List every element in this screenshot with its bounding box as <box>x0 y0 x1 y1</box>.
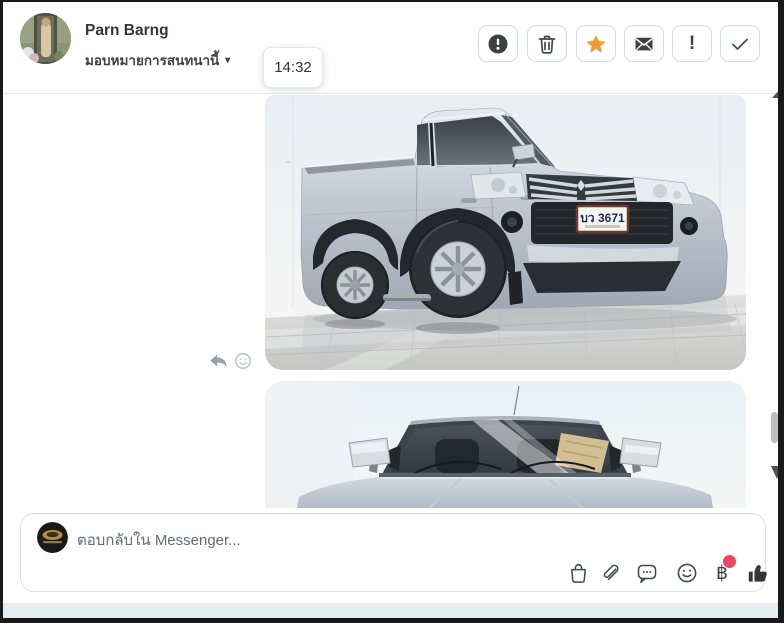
star-button[interactable] <box>576 25 616 62</box>
mark-unread-button[interactable] <box>624 25 664 62</box>
assign-conversation-label: มอบหมายการสนทนานี้ <box>85 53 220 68</box>
star-icon <box>586 34 606 52</box>
assign-conversation-dropdown[interactable]: มอบหมายการสนทนานี้ ▾ <box>85 49 230 71</box>
exclamation-icon: ! <box>688 33 696 54</box>
emoji-icon[interactable] <box>675 560 699 586</box>
scrollbar-thumb[interactable] <box>771 412 778 443</box>
avatar-photo <box>20 13 71 64</box>
trash-icon <box>538 35 556 54</box>
header-divider <box>3 93 778 94</box>
contact-name: Parn Barng <box>85 22 169 39</box>
check-icon <box>732 38 748 50</box>
time-tooltip: 14:32 <box>263 47 323 88</box>
license-plate-text: บว 3671 <box>580 211 625 225</box>
avatar[interactable] <box>20 13 71 64</box>
comment-icon[interactable] <box>635 560 659 586</box>
alert-circle-icon <box>488 34 508 53</box>
shopping-bag-icon[interactable] <box>566 560 590 586</box>
thumbs-up-icon[interactable] <box>745 560 769 586</box>
attachment-icon[interactable] <box>598 560 622 586</box>
chevron-down-icon: ▾ <box>225 54 231 66</box>
message-image-truck-side[interactable]: บว 3671 <box>265 95 746 370</box>
delete-button[interactable] <box>527 25 567 62</box>
mark-done-button[interactable] <box>720 25 760 62</box>
time-tooltip-text: 14:32 <box>274 59 312 76</box>
reply-icon[interactable] <box>208 351 228 371</box>
footer-strip <box>3 603 778 618</box>
mark-important-button[interactable]: ! <box>672 25 712 62</box>
notification-dot <box>723 555 736 568</box>
reply-composer[interactable]: ตอบกลับใน Messenger... ฿ <box>20 513 769 592</box>
message-image-truck-front[interactable] <box>265 381 746 508</box>
report-button[interactable] <box>478 25 518 62</box>
scroll-down-arrow[interactable] <box>771 466 783 479</box>
reply-input[interactable]: ตอบกลับใน Messenger... <box>77 528 241 552</box>
scrollbar-top-arrow[interactable] <box>772 88 781 98</box>
react-emoji-icon[interactable] <box>233 351 253 371</box>
truck-front-photo <box>265 381 746 508</box>
truck-side-photo: บว 3671 <box>265 95 746 370</box>
page-avatar <box>37 522 68 553</box>
envelope-icon <box>635 37 653 50</box>
